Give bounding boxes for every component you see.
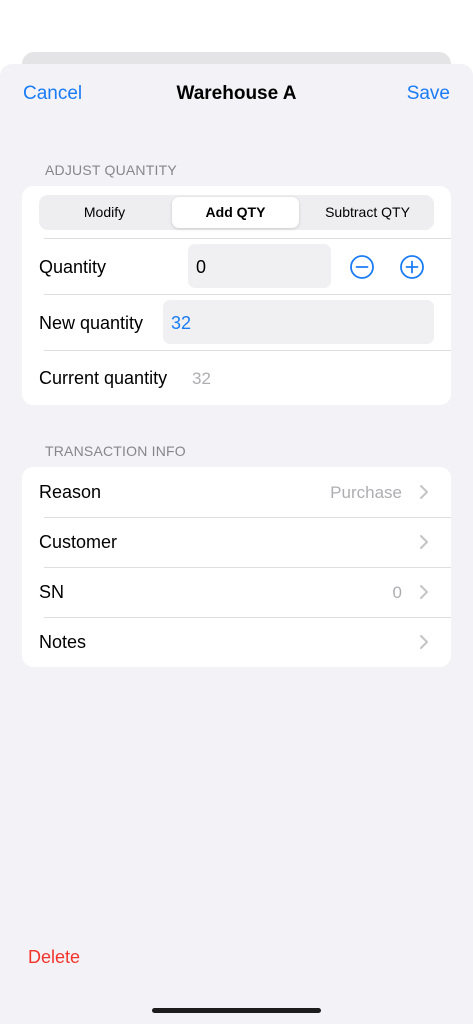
plus-circle-icon	[400, 255, 424, 279]
new-quantity-value: 32	[171, 313, 192, 333]
transaction-info-group: Reason Purchase Customer SN 0 Notes	[22, 467, 451, 667]
sn-row[interactable]: SN 0	[22, 567, 451, 617]
save-button[interactable]: Save	[407, 83, 450, 105]
current-quantity-label: Current quantity	[39, 368, 168, 388]
adjust-mode-segmented-control: Modify Add QTY Subtract QTY	[39, 195, 434, 230]
segment-modify[interactable]: Modify	[41, 197, 168, 228]
chevron-right-icon	[420, 635, 428, 649]
new-quantity-row: New quantity 32	[22, 295, 451, 350]
transaction-info-header: TRANSACTION INFO	[45, 443, 186, 459]
quantity-input[interactable]: 0	[188, 244, 331, 288]
sn-label: SN	[39, 582, 65, 602]
current-quantity-value: 32	[192, 369, 211, 388]
home-indicator	[152, 1008, 321, 1013]
chevron-right-icon	[420, 585, 428, 599]
new-quantity-input[interactable]: 32	[163, 300, 434, 344]
segment-add-qty[interactable]: Add QTY	[172, 197, 299, 228]
screen: Cancel Warehouse A Save ADJUST QUANTITY …	[0, 0, 473, 1024]
new-quantity-label: New quantity	[39, 313, 144, 333]
page-title: Warehouse A	[176, 83, 297, 104]
delete-button[interactable]: Delete	[28, 947, 80, 968]
adjust-quantity-header: ADJUST QUANTITY	[45, 162, 177, 178]
customer-label: Customer	[39, 532, 118, 552]
reason-row[interactable]: Reason Purchase	[22, 467, 451, 517]
notes-row[interactable]: Notes	[22, 617, 451, 667]
customer-row[interactable]: Customer	[22, 517, 451, 567]
sn-value: 0	[392, 583, 402, 602]
reason-label: Reason	[39, 482, 102, 502]
decrement-button[interactable]	[349, 254, 375, 280]
chevron-right-icon	[420, 535, 428, 549]
increment-button[interactable]	[399, 254, 425, 280]
quantity-label: Quantity	[39, 257, 107, 277]
segment-subtract-qty[interactable]: Subtract QTY	[303, 197, 432, 228]
modal-sheet: Cancel Warehouse A Save ADJUST QUANTITY …	[0, 64, 473, 1024]
adjust-quantity-group: Modify Add QTY Subtract QTY Quantity 0 N…	[22, 186, 451, 405]
navigation-bar: Cancel Warehouse A Save	[0, 64, 473, 126]
reason-value: Purchase	[330, 483, 402, 502]
chevron-right-icon	[420, 485, 428, 499]
notes-label: Notes	[39, 632, 87, 652]
quantity-value: 0	[196, 257, 207, 277]
current-quantity-row: Current quantity 32	[22, 351, 451, 405]
quantity-row: Quantity 0	[22, 239, 451, 294]
minus-circle-icon	[350, 255, 374, 279]
